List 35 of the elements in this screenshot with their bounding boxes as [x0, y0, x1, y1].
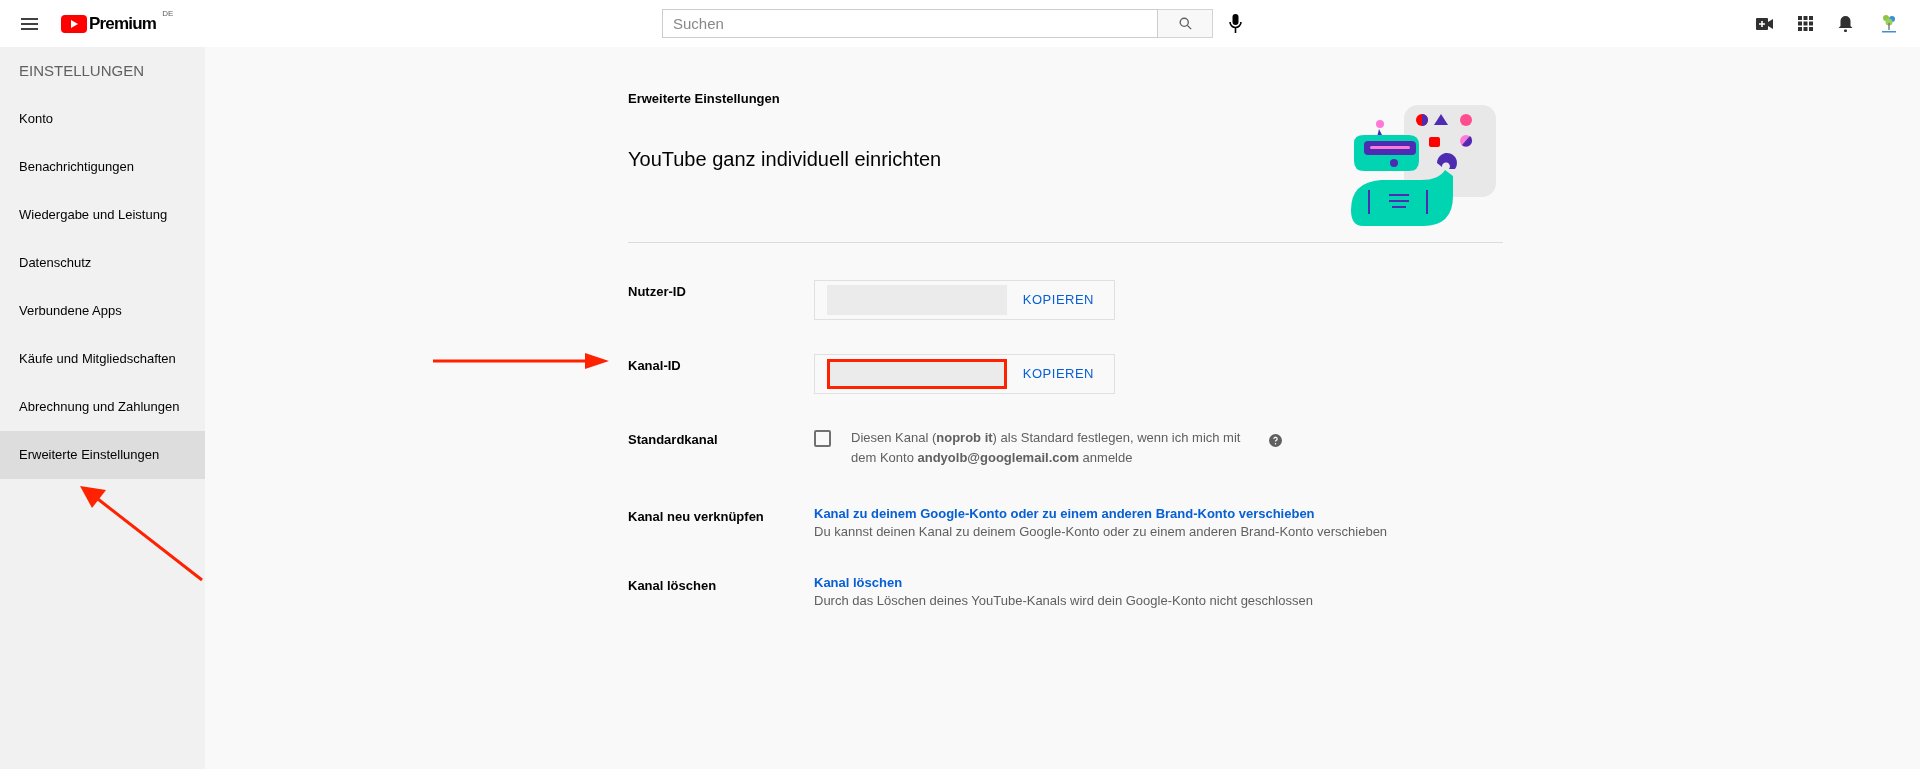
sidebar-item[interactable]: Erweiterte Einstellungen — [0, 431, 205, 479]
section-heading: Erweiterte Einstellungen — [628, 90, 781, 108]
link-description: Durch das Löschen deines YouTube-Kanals wird dein Google-Konto nicht geschlossen — [814, 592, 1313, 610]
checkbox[interactable] — [814, 430, 831, 447]
search-field[interactable]: Suchen — [662, 9, 1158, 38]
apps-grid-icon[interactable] — [1798, 16, 1813, 31]
channel-link[interactable]: Kanal löschen — [814, 574, 1313, 592]
sidebar-item[interactable]: Benachrichtigungen — [0, 143, 205, 191]
channel-link[interactable]: Kanal zu deinem Google-Konto oder zu einem anderen Brand-Konto verschieben — [814, 505, 1388, 523]
play-logo-icon[interactable] — [61, 14, 87, 33]
logo-text[interactable]: Premium — [89, 10, 157, 37]
sidebar-item[interactable]: Abrechnung und Zahlungen — [0, 383, 205, 431]
sidebar-item[interactable]: Datenschutz — [0, 239, 205, 287]
setting-label: Kanal löschen — [628, 577, 718, 595]
menu-icon[interactable] — [21, 17, 38, 30]
search-icon — [1177, 16, 1193, 31]
region-code: DE — [162, 8, 174, 20]
video-camera-plus-icon[interactable] — [1756, 17, 1773, 30]
notifications-bell-icon[interactable] — [1838, 15, 1853, 32]
setting-label: Nutzer-ID — [628, 283, 687, 301]
link-description: Du kannst deinen Kanal zu deinem Google-Konto oder zu einem anderen Brand-Konto verschieben — [814, 523, 1388, 541]
setting-label: Standardkanal — [628, 431, 719, 449]
sidebar-item[interactable]: Wiedergabe und Leistung — [0, 191, 205, 239]
setting-label: Kanal neu verknüpfen — [628, 508, 765, 526]
sidebar-title: EINSTELLUNGEN — [18, 61, 146, 81]
default-channel-description: Diesen Kanal (noprob it) als Standard festlegen, wenn ich mich mit dem Konto andyolb@googlemail.com anmelde — [851, 429, 1242, 467]
copy-button[interactable]: KOPIEREN — [1022, 290, 1094, 310]
help-icon[interactable] — [1269, 434, 1282, 447]
sidebar-item[interactable]: Konto — [0, 95, 205, 143]
sidebar-item[interactable]: Verbundene Apps — [0, 287, 205, 335]
microphone-icon[interactable] — [1229, 14, 1242, 33]
sidebar-item[interactable]: Käufe und Mitgliedschaften — [0, 335, 205, 383]
copy-button[interactable]: KOPIEREN — [1022, 364, 1094, 384]
setting-label: Kanal-ID — [628, 357, 682, 375]
page-title: YouTube ganz individuell einrichten — [628, 146, 942, 172]
